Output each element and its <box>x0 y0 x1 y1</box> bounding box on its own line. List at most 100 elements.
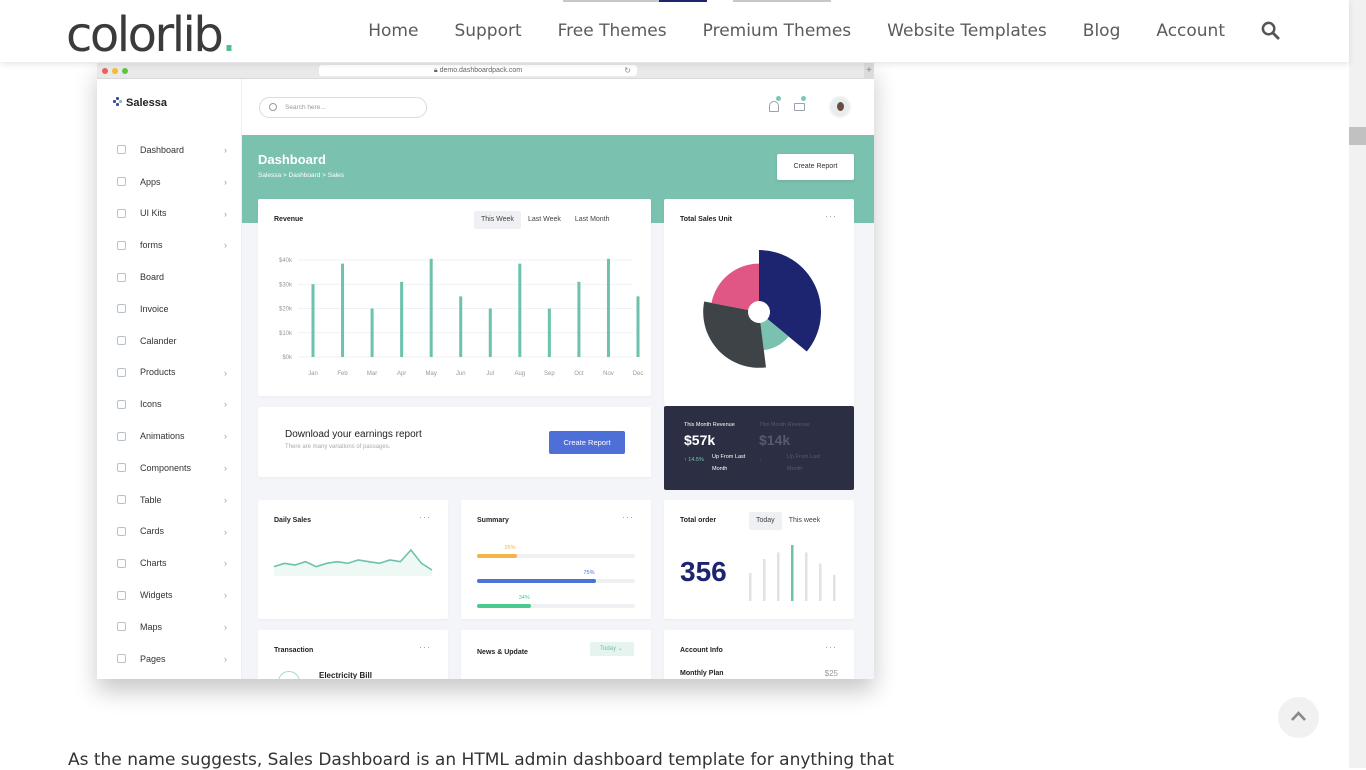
back-to-top-button[interactable] <box>1278 697 1319 738</box>
search-icon <box>269 103 277 111</box>
menu-item-icon <box>117 622 126 632</box>
menu-item-icon <box>117 177 126 187</box>
main-nav: Home Support Free Themes Premium Themes … <box>332 0 1281 62</box>
sidebar-item-table: Table › <box>117 484 227 516</box>
summary-bar-track <box>477 554 635 558</box>
revenue-bar <box>636 296 640 357</box>
summary-bar-label: 25% <box>504 545 516 551</box>
page-title: Dashboard <box>258 152 326 167</box>
site-header: colorlib. Home Support Free Themes Premi… <box>0 0 1349 63</box>
month-revenue-card: This Month Revenue $57k ↑ 14.5% Up From … <box>664 406 854 490</box>
avatar <box>829 96 851 118</box>
earnings-create-report-button: Create Report <box>549 431 625 454</box>
month-revenue-label: This Month Revenue <box>684 422 735 428</box>
more-icon: ··· <box>825 642 837 652</box>
colorlib-logo[interactable]: colorlib. <box>66 4 237 66</box>
menu-item-icon <box>117 367 126 377</box>
daily-sales-chart <box>273 548 433 576</box>
nav-support[interactable]: Support <box>454 21 521 41</box>
transaction-item: Electricity Bill <box>319 671 372 679</box>
app-topbar: Search here... <box>242 79 874 135</box>
menu-item-icon <box>117 399 126 409</box>
x-tick-label: Feb <box>337 371 348 377</box>
account-info-card: Account Info ··· Monthly Plan $25 <box>664 630 854 679</box>
nav-blog[interactable]: Blog <box>1083 21 1121 41</box>
total-order-chart <box>749 545 836 601</box>
close-dot-icon <box>102 68 108 74</box>
up-arrow-icon: ↑ <box>759 457 762 463</box>
x-tick-label: Dec <box>633 371 644 377</box>
sidebar-item-label: Pages <box>140 653 166 664</box>
sidebar-item-components: Components › <box>117 452 227 484</box>
chevron-right-icon: › <box>224 558 227 569</box>
earnings-subtitle: There are many variations of passages. <box>285 444 391 450</box>
y-tick-label: $40k <box>279 258 293 264</box>
nav-premium-themes[interactable]: Premium Themes <box>703 21 852 41</box>
sidebar-item-label: Apps <box>140 176 161 187</box>
menu-item-icon <box>117 145 126 155</box>
sidebar-item-charts: Charts › <box>117 547 227 579</box>
earnings-title: Download your earnings report <box>285 429 422 440</box>
x-tick-label: May <box>426 371 437 377</box>
chevron-right-icon: › <box>224 494 227 505</box>
revenue-bar <box>577 281 581 357</box>
month-revenue-value-2: $14k <box>759 432 791 448</box>
maximize-dot-icon <box>122 68 128 74</box>
summary-bar-fill <box>477 579 596 583</box>
order-bar <box>833 574 836 601</box>
menu-item-icon <box>117 463 126 473</box>
chevron-right-icon: › <box>224 431 227 442</box>
sidebar-item-board: Board <box>117 261 227 293</box>
chevron-right-icon: › <box>224 399 227 410</box>
menu-item-icon <box>117 558 126 568</box>
scrollbar-thumb[interactable] <box>1349 127 1366 145</box>
revenue-bar <box>488 308 492 357</box>
x-tick-label: Jul <box>486 371 494 377</box>
sidebar-item-animations: Animations › <box>117 420 227 452</box>
logo-dot: . <box>221 7 236 63</box>
order-bar <box>749 573 752 601</box>
nav-free-themes[interactable]: Free Themes <box>558 21 667 41</box>
chevron-right-icon: › <box>224 145 227 155</box>
sidebar-item-label: Board <box>140 272 165 283</box>
sidebar-item-label: Calander <box>140 335 177 346</box>
sidebar-item-label: Cards <box>140 526 165 537</box>
chevron-right-icon: › <box>224 526 227 537</box>
breadcrumb: Salessa > Dashboard > Sales <box>258 172 344 179</box>
sidebar-item-dashboard: Dashboard › <box>117 134 227 166</box>
x-tick-label: Mar <box>367 371 377 377</box>
revenue-bar <box>459 296 463 357</box>
sales-unit-pie-chart <box>703 250 821 368</box>
transaction-title: Transaction <box>274 647 314 654</box>
month-revenue-change: ↑ 14.5% <box>684 457 704 463</box>
revenue-bar <box>518 263 522 357</box>
nav-account[interactable]: Account <box>1156 21 1225 41</box>
nav-home[interactable]: Home <box>368 21 418 41</box>
sidebar-item-widgets: Widgets › <box>117 579 227 611</box>
x-tick-label: Jan <box>308 371 318 377</box>
menu-item-icon <box>117 304 126 314</box>
total-order-card: Total order Today This week 356 <box>664 500 854 619</box>
pie-center-hole <box>748 301 770 323</box>
create-report-button: Create Report <box>777 154 854 180</box>
chevron-right-icon: › <box>224 590 227 601</box>
revenue-bar <box>429 258 433 357</box>
bell-icon <box>769 101 779 112</box>
month-revenue-label-2: This Month Revenue <box>759 422 810 428</box>
x-tick-label: Sep <box>544 371 555 377</box>
x-tick-label: Jun <box>456 371 466 377</box>
summary-title: Summary <box>477 517 509 524</box>
chevron-right-icon: › <box>224 367 227 378</box>
y-tick-label: $20k <box>279 307 293 313</box>
nav-website-templates[interactable]: Website Templates <box>887 21 1047 41</box>
revenue-bar <box>341 263 345 357</box>
article-text: As the name suggests, Sales Dashboard is… <box>68 750 895 770</box>
order-bar <box>805 552 808 601</box>
x-tick-label: Aug <box>514 371 525 377</box>
page-scrollbar[interactable] <box>1349 0 1366 768</box>
notification-dot <box>776 96 781 101</box>
sidebar-item-label: Dashboard <box>140 144 185 155</box>
account-price: $25 <box>824 669 838 678</box>
search-icon[interactable] <box>1261 21 1281 41</box>
revenue-bar <box>370 308 374 357</box>
